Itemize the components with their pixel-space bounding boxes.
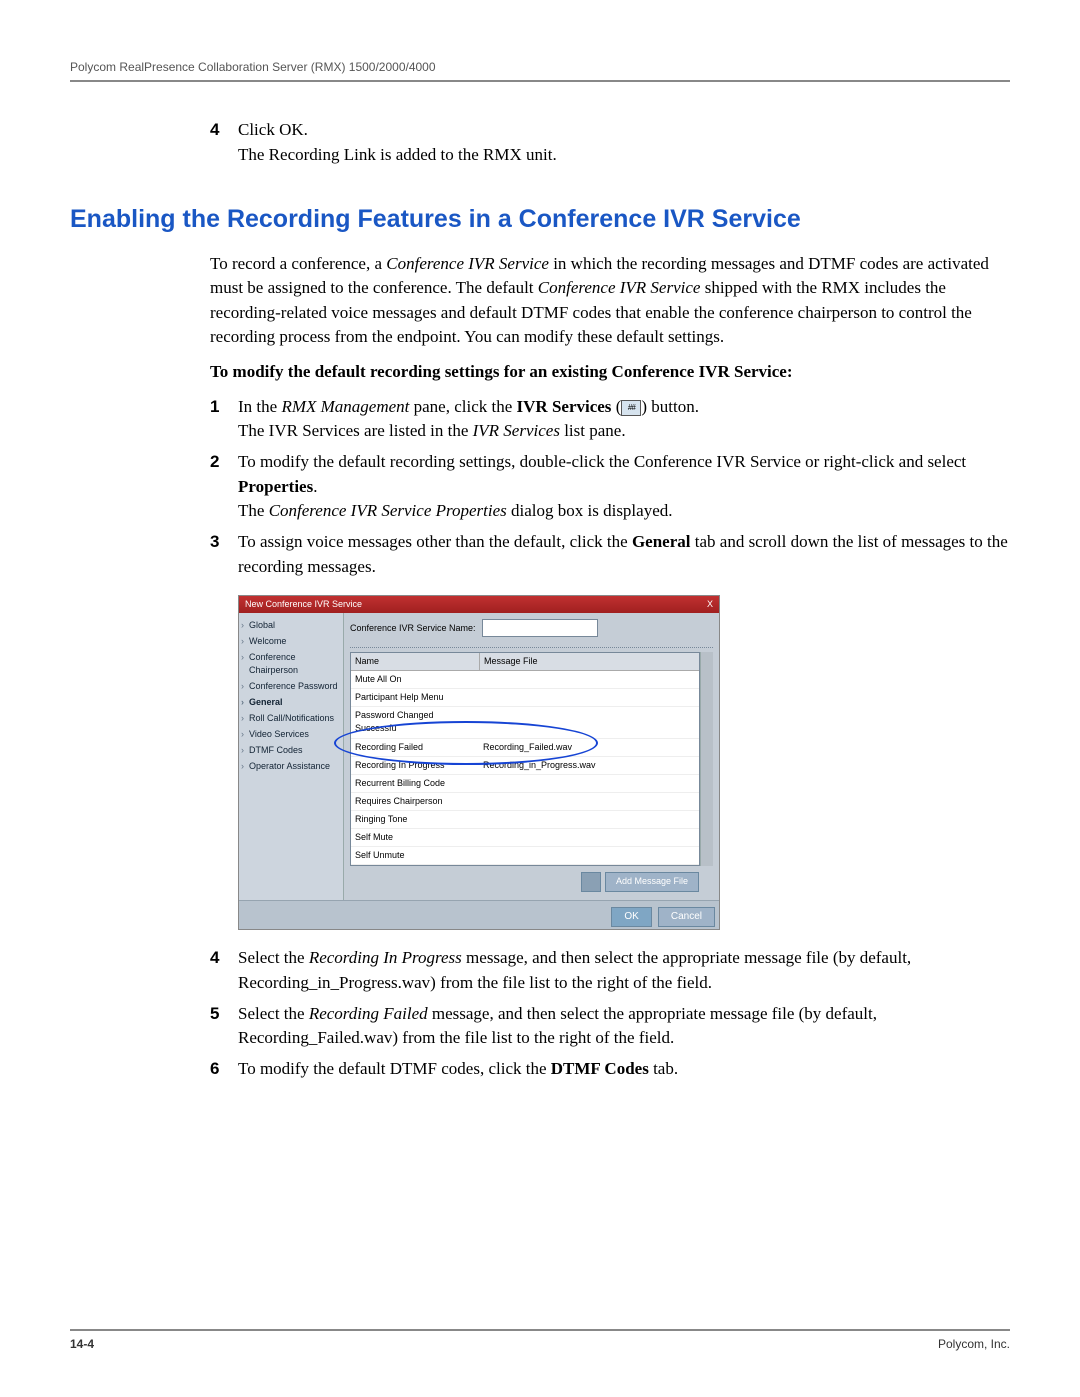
ivr-services-icon: ## xyxy=(621,400,641,416)
dialog-title: New Conference IVR Service xyxy=(245,598,362,611)
nav-item[interactable]: Conference Password xyxy=(241,678,341,694)
cancel-button[interactable]: Cancel xyxy=(658,907,715,928)
step-4: 4 Select the Recording In Progress messa… xyxy=(210,946,1010,995)
ok-button[interactable]: OK xyxy=(611,907,651,928)
step-3: 3 To assign voice messages other than th… xyxy=(210,530,1010,579)
close-icon[interactable]: X xyxy=(707,598,713,611)
service-name-input[interactable] xyxy=(482,619,598,637)
dialog-titlebar: New Conference IVR Service X xyxy=(239,596,719,613)
nav-item[interactable]: DTMF Codes xyxy=(241,743,341,759)
nav-item[interactable]: Welcome xyxy=(241,633,341,649)
page-footer: 14-4 Polycom, Inc. xyxy=(70,1329,1010,1351)
step-text: Click OK. xyxy=(238,118,1010,143)
nav-item[interactable]: Global xyxy=(241,617,341,633)
section-heading: Enabling the Recording Features in a Con… xyxy=(70,201,1010,237)
step-5: 5 Select the Recording Failed message, a… xyxy=(210,1002,1010,1051)
page-number: 14-4 xyxy=(70,1337,94,1351)
pre-step-4: 4 Click OK. The Recording Link is added … xyxy=(210,118,1010,167)
scrollbar[interactable] xyxy=(700,652,713,866)
header-title: Polycom RealPresence Collaboration Serve… xyxy=(70,60,436,74)
column-file: Message File xyxy=(480,653,699,670)
dialog-screenshot: New Conference IVR Service X Global Welc… xyxy=(238,595,720,930)
nav-item[interactable]: Video Services xyxy=(241,727,341,743)
dialog-nav: Global Welcome Conference Chairperson Co… xyxy=(239,613,344,900)
step-1: 1 In the RMX Management pane, click the … xyxy=(210,395,1010,444)
step-6: 6 To modify the default DTMF codes, clic… xyxy=(210,1057,1010,1082)
page-header: Polycom RealPresence Collaboration Serve… xyxy=(70,60,1010,82)
add-message-button[interactable]: Add Message File xyxy=(605,872,699,892)
step-number: 4 xyxy=(210,118,238,167)
step-text: The Recording Link is added to the RMX u… xyxy=(238,143,1010,168)
nav-item[interactable]: Conference Chairperson xyxy=(241,649,341,678)
column-name: Name xyxy=(351,653,480,670)
nav-item[interactable]: Roll Call/Notifications xyxy=(241,711,341,727)
nav-item-active[interactable]: General xyxy=(241,695,341,711)
step-2: 2 To modify the default recording settin… xyxy=(210,450,1010,524)
footer-company: Polycom, Inc. xyxy=(938,1337,1010,1351)
service-name-label: Conference IVR Service Name: xyxy=(350,622,476,635)
nav-item[interactable]: Operator Assistance xyxy=(241,759,341,775)
preview-icon[interactable] xyxy=(581,872,601,892)
subheading: To modify the default recording settings… xyxy=(210,360,1010,385)
intro-paragraph: To record a conference, a Conference IVR… xyxy=(210,252,1010,351)
